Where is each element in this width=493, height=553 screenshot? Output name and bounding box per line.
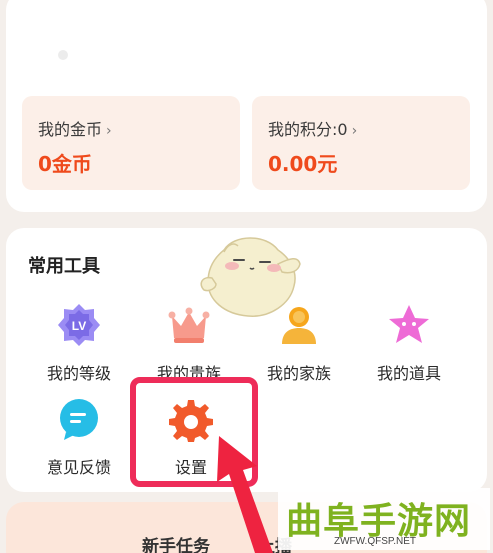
my-coins-card[interactable]: 我的金币 › 0金币 [22, 96, 240, 190]
tool-my-props[interactable]: 我的道具 [364, 302, 454, 398]
avatar-placeholder [58, 50, 68, 60]
tool-my-family-label: 我的家族 [266, 364, 331, 383]
tool-feedback-label: 意见反馈 [46, 458, 111, 477]
watermark-url: ZWFW.QFSP.NET [334, 536, 417, 547]
my-coins-label: 我的金币 [38, 120, 103, 139]
chevron-right-icon: › [106, 123, 112, 139]
tool-feedback[interactable]: 意见反馈 [34, 396, 124, 492]
feedback-icon [60, 399, 98, 440]
chevron-right-icon: › [351, 123, 358, 139]
family-icon [282, 307, 316, 344]
tool-my-level[interactable]: LV 我的等级 [34, 302, 124, 398]
crown-icon [168, 307, 210, 343]
level-badge-icon: LV [58, 304, 100, 346]
my-points-value: 0.00元 [268, 152, 338, 176]
my-points-label: 我的积分:0 [268, 120, 348, 139]
my-coins-value: 0金币 [38, 152, 92, 176]
my-points-card[interactable]: 我的积分:0 › 0.00元 [252, 96, 470, 190]
pointer-arrow-icon [217, 436, 273, 553]
level-badge-text: LV [72, 319, 86, 333]
newbie-task-label: 新手任务 [142, 537, 210, 553]
common-tools-title: 常用工具 [28, 256, 100, 277]
watermark: 曲阜手游网 ZWFW.QFSP.NET [278, 488, 490, 550]
tool-my-family[interactable]: 我的家族 [254, 302, 344, 398]
props-star-icon [389, 305, 429, 343]
tool-my-level-label: 我的等级 [46, 364, 111, 383]
tool-my-props-label: 我的道具 [376, 364, 441, 383]
